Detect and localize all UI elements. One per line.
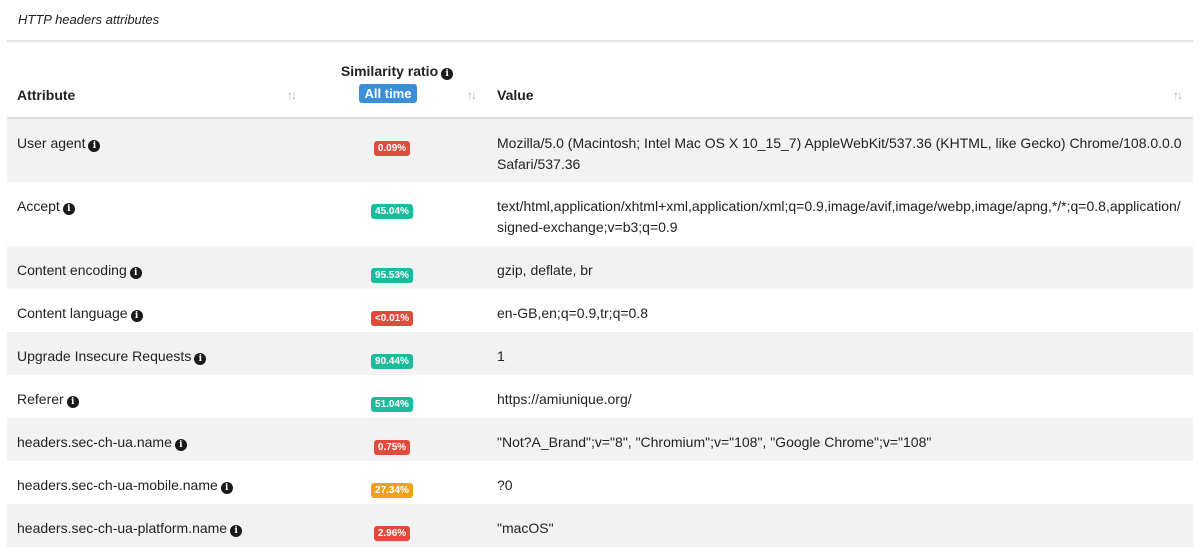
sort-arrows-icon[interactable]: ↑↓ (287, 88, 297, 102)
attribute-cell: headers.sec-ch-ua-platform.name i (7, 504, 307, 547)
info-circle-icon[interactable]: i (129, 267, 142, 279)
table-row: Referer i 51.04% https://amiunique.org/ (7, 375, 1193, 418)
info-circle-icon[interactable]: i (88, 140, 101, 152)
attribute-label: Referer (17, 391, 64, 407)
attribute-label: Content language (17, 305, 128, 321)
attribute-header-label: Attribute (17, 87, 76, 103)
value-cell: https://amiunique.org/ (497, 391, 632, 407)
value-cell: 1 (497, 348, 505, 364)
table-row: headers.sec-ch-ua-mobile.name i 27.34% ?0 (7, 461, 1193, 504)
http-headers-table: Attribute ↑↓ Similarity ratio i All time … (7, 42, 1193, 547)
attribute-label: headers.sec-ch-ua-platform.name (17, 520, 228, 536)
similarity-cell: 51.04% (307, 375, 487, 418)
attribute-label: Content encoding (17, 262, 127, 278)
similarity-cell: 95.53% (307, 246, 487, 289)
info-circle-icon[interactable]: i (66, 396, 79, 408)
attribute-cell: Referer i (7, 375, 307, 418)
info-circle-icon[interactable]: i (441, 68, 454, 80)
similarity-badge: 51.04% (371, 397, 413, 412)
value-column-header[interactable]: Value ↑↓ (487, 42, 1193, 118)
similarity-badge: 27.34% (371, 483, 413, 498)
similarity-header-title: Similarity ratio i (317, 63, 477, 80)
similarity-badge: 45.04% (371, 204, 413, 219)
info-circle-icon[interactable]: i (220, 482, 233, 494)
similarity-badge: 2.96% (373, 526, 411, 541)
table-row: User agent i 0.09% Mozilla/5.0 (Macintosh; … (7, 118, 1193, 182)
table-row: Content encoding i 95.53% gzip, deflate, br (7, 246, 1193, 289)
info-circle-icon[interactable]: i (194, 353, 207, 365)
similarity-column-header[interactable]: Similarity ratio i All time ↑↓ (307, 42, 487, 118)
table-row: Content language i <0.01% en-GB,en;q=0.9,tr… (7, 289, 1193, 332)
similarity-badge: 90.44% (371, 354, 413, 369)
attribute-cell: Accept i (7, 182, 307, 246)
similarity-header-label: Similarity ratio (340, 63, 439, 79)
value-cell: en-GB,en;q=0.9,tr;q=0.8 (497, 305, 648, 321)
info-circle-icon[interactable]: i (130, 310, 143, 322)
value-cell: gzip, deflate, br (497, 262, 593, 278)
table-row: headers.sec-ch-ua-platform.name i 2.96% "ma… (7, 504, 1193, 547)
all-time-badge[interactable]: All time (358, 84, 418, 103)
sort-arrows-icon[interactable]: ↑↓ (1173, 88, 1183, 102)
table-body: User agent i 0.09% Mozilla/5.0 (Macintosh; … (7, 118, 1193, 547)
attribute-cell: headers.sec-ch-ua.name i (7, 418, 307, 461)
similarity-badge: 0.09% (373, 141, 411, 156)
similarity-badge: 0.75% (373, 440, 411, 455)
similarity-cell: 0.75% (307, 418, 487, 461)
similarity-cell: 27.34% (307, 461, 487, 504)
attribute-cell: headers.sec-ch-ua-mobile.name i (7, 461, 307, 504)
attribute-cell: Content language i (7, 289, 307, 332)
similarity-cell: 45.04% (307, 182, 487, 246)
similarity-cell: 2.96% (307, 504, 487, 547)
attribute-label: headers.sec-ch-ua-mobile.name (17, 477, 218, 493)
attribute-column-header[interactable]: Attribute ↑↓ (7, 42, 307, 118)
similarity-badge: <0.01% (370, 311, 414, 326)
similarity-badge: 95.53% (371, 268, 413, 283)
similarity-cell: <0.01% (307, 289, 487, 332)
attribute-label: User agent (17, 135, 86, 151)
value-cell: ?0 (497, 477, 513, 493)
value-cell: "macOS" (497, 520, 554, 536)
similarity-cell: 90.44% (307, 332, 487, 375)
table-row: headers.sec-ch-ua.name i 0.75% "Not?A_Brand… (7, 418, 1193, 461)
table-caption: HTTP headers attributes (18, 12, 160, 27)
similarity-cell: 0.09% (307, 118, 487, 182)
table-header-row: Attribute ↑↓ Similarity ratio i All time … (7, 42, 1193, 118)
value-cell: Mozilla/5.0 (Macintosh; Intel Mac OS X 1… (497, 135, 1182, 172)
table-row: Upgrade Insecure Requests i 90.44% 1 (7, 332, 1193, 375)
attribute-cell: Upgrade Insecure Requests i (7, 332, 307, 375)
attribute-label: Upgrade Insecure Requests (17, 348, 192, 364)
info-circle-icon[interactable]: i (174, 439, 187, 451)
value-cell: "Not?A_Brand";v="8", "Chromium";v="108",… (497, 434, 932, 450)
attribute-label: headers.sec-ch-ua.name (17, 434, 172, 450)
value-header-label: Value (497, 87, 534, 103)
table-row: Accept i 45.04% text/html,application/xhtml… (7, 182, 1193, 246)
attribute-cell: User agent i (7, 118, 307, 182)
info-circle-icon[interactable]: i (230, 525, 243, 537)
sort-arrows-icon[interactable]: ↑↓ (467, 88, 477, 102)
value-cell: text/html,application/xhtml+xml,applicat… (497, 198, 1181, 235)
attribute-cell: Content encoding i (7, 246, 307, 289)
info-circle-icon[interactable]: i (62, 203, 75, 215)
attribute-label: Accept (17, 198, 60, 214)
